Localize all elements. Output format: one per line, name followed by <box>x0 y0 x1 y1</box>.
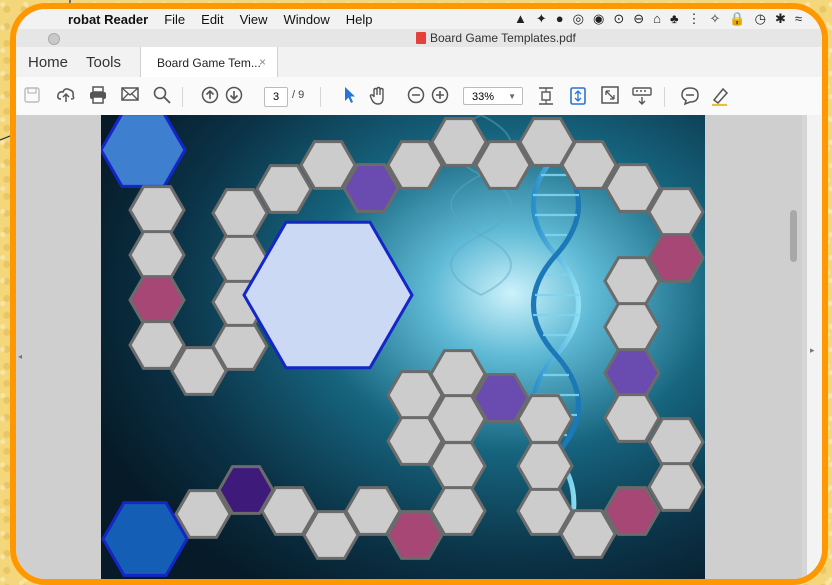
board-space-hexagon <box>603 486 661 536</box>
board-space-hexagon <box>342 163 400 213</box>
next-page-icon[interactable] <box>224 86 244 106</box>
cloud-upload-icon[interactable] <box>56 86 76 106</box>
toolbar: 3 / 9 33% ▼ <box>16 77 822 116</box>
board-space-hexagon <box>603 302 661 352</box>
board-space-hexagon <box>211 321 269 371</box>
status-icons: ▲ ✦ ● ◎ ◉ ⊙ ⊖ ⌂ ♣ ⋮ ✧ 🔒 ◷ ✱ ≈ <box>514 11 802 27</box>
full-screen-icon[interactable] <box>600 86 620 106</box>
status-icon-12[interactable]: 🔒 <box>729 11 745 27</box>
board-space-hexagon <box>128 185 186 235</box>
vertical-scrollbar[interactable] <box>790 210 797 262</box>
toolbar-divider <box>320 87 321 107</box>
hand-tool-icon[interactable] <box>368 86 388 106</box>
status-icon-13[interactable]: ◷ <box>755 11 766 27</box>
board-space-hexagon <box>647 462 705 512</box>
status-icon-10[interactable]: ⋮ <box>688 11 701 27</box>
board-space-hexagon <box>516 441 574 491</box>
pdf-file-icon <box>416 32 426 44</box>
fit-page-icon[interactable] <box>568 86 588 106</box>
toolbar-divider <box>182 87 183 107</box>
board-game-page <box>101 115 705 579</box>
status-icon-8[interactable]: ⌂ <box>653 11 661 27</box>
page-total: / 9 <box>292 89 305 101</box>
status-icon-14[interactable]: ✱ <box>775 11 786 27</box>
zoom-select[interactable]: 33% ▼ <box>463 87 523 105</box>
tab-bar: Home Tools Board Game Tem... × <box>16 47 822 78</box>
menu-view[interactable]: View <box>240 12 268 27</box>
document-tab-label: Board Game Tem... <box>157 56 261 70</box>
right-margin <box>705 115 802 579</box>
left-panel-toggle-icon[interactable]: ◂ <box>18 352 22 361</box>
status-icon-4[interactable]: ◎ <box>573 11 584 27</box>
board-space-hexagon <box>647 187 705 237</box>
tab-document[interactable]: Board Game Tem... × <box>140 47 278 77</box>
highlight-frame: robat Reader File Edit View Window Help … <box>10 3 828 585</box>
status-icon-9[interactable]: ♣ <box>670 11 679 27</box>
board-space-hexagon <box>386 416 444 466</box>
highlight-pen-icon[interactable] <box>710 86 730 107</box>
mac-menu-bar: robat Reader File Edit View Window Help … <box>16 9 822 29</box>
board-space-hexagon <box>516 486 574 536</box>
status-icon-11[interactable]: ✧ <box>710 11 721 27</box>
window-title: Board Game Templates.pdf <box>416 31 576 45</box>
board-space-hexagon <box>430 117 488 167</box>
comment-icon[interactable] <box>680 86 700 106</box>
zoom-out-icon[interactable] <box>406 86 426 106</box>
zoom-value: 33% <box>472 91 495 103</box>
menu-edit[interactable]: Edit <box>201 12 223 27</box>
board-space-hexagon <box>128 230 186 280</box>
status-icon-3[interactable]: ● <box>556 11 564 27</box>
zoom-in-icon[interactable] <box>430 86 450 106</box>
tab-tools[interactable]: Tools <box>86 54 121 71</box>
right-panel-toggle-icon[interactable]: ▸ <box>810 345 815 356</box>
window-title-bar: Board Game Templates.pdf <box>16 29 822 48</box>
scrolling-mode-icon[interactable] <box>536 86 556 106</box>
menu-window[interactable]: Window <box>284 12 330 27</box>
status-icon-6[interactable]: ⊙ <box>613 11 624 27</box>
page-number-input[interactable]: 3 <box>264 87 288 107</box>
board-space-hexagon <box>211 188 269 238</box>
board-space-hexagon <box>474 140 532 190</box>
search-icon[interactable] <box>152 86 172 106</box>
app-menu[interactable]: robat Reader <box>68 12 148 27</box>
read-mode-icon[interactable] <box>632 86 652 106</box>
close-tab-icon[interactable]: × <box>259 55 266 69</box>
status-icon-2[interactable]: ✦ <box>536 11 547 27</box>
email-icon[interactable] <box>120 86 140 106</box>
board-space-hexagon <box>560 140 618 190</box>
print-icon[interactable] <box>88 86 108 106</box>
menu-help[interactable]: Help <box>346 12 373 27</box>
board-space-hexagon <box>647 417 705 467</box>
board-space-hexagon <box>386 140 444 190</box>
board-space-hexagon <box>603 348 661 398</box>
board-space-hexagon <box>429 441 487 491</box>
board-space-hexagon <box>603 393 661 443</box>
toolbar-divider <box>664 87 665 107</box>
status-icon-5[interactable]: ◉ <box>593 11 604 27</box>
board-space-hexagon <box>603 256 661 306</box>
left-margin <box>16 115 101 579</box>
tab-home[interactable]: Home <box>28 54 68 71</box>
board-space-hexagon <box>647 233 705 283</box>
board-space-hexagon <box>255 164 313 214</box>
save-icon[interactable] <box>22 86 42 106</box>
window-close-dot[interactable] <box>48 33 60 45</box>
board-space-hexagon <box>174 489 232 539</box>
previous-page-icon[interactable] <box>200 86 220 106</box>
board-space-hexagon <box>386 370 444 420</box>
document-viewport[interactable]: ◂ ▸ <box>16 115 822 579</box>
board-space-hexagon <box>128 275 186 325</box>
status-icon-15[interactable]: ≈ <box>795 11 802 27</box>
status-icon-7[interactable]: ⊖ <box>633 11 644 27</box>
status-icon-1[interactable]: ▲ <box>514 11 527 27</box>
select-cursor-icon[interactable] <box>340 86 360 106</box>
chevron-down-icon: ▼ <box>508 92 516 101</box>
menu-file[interactable]: File <box>164 12 185 27</box>
